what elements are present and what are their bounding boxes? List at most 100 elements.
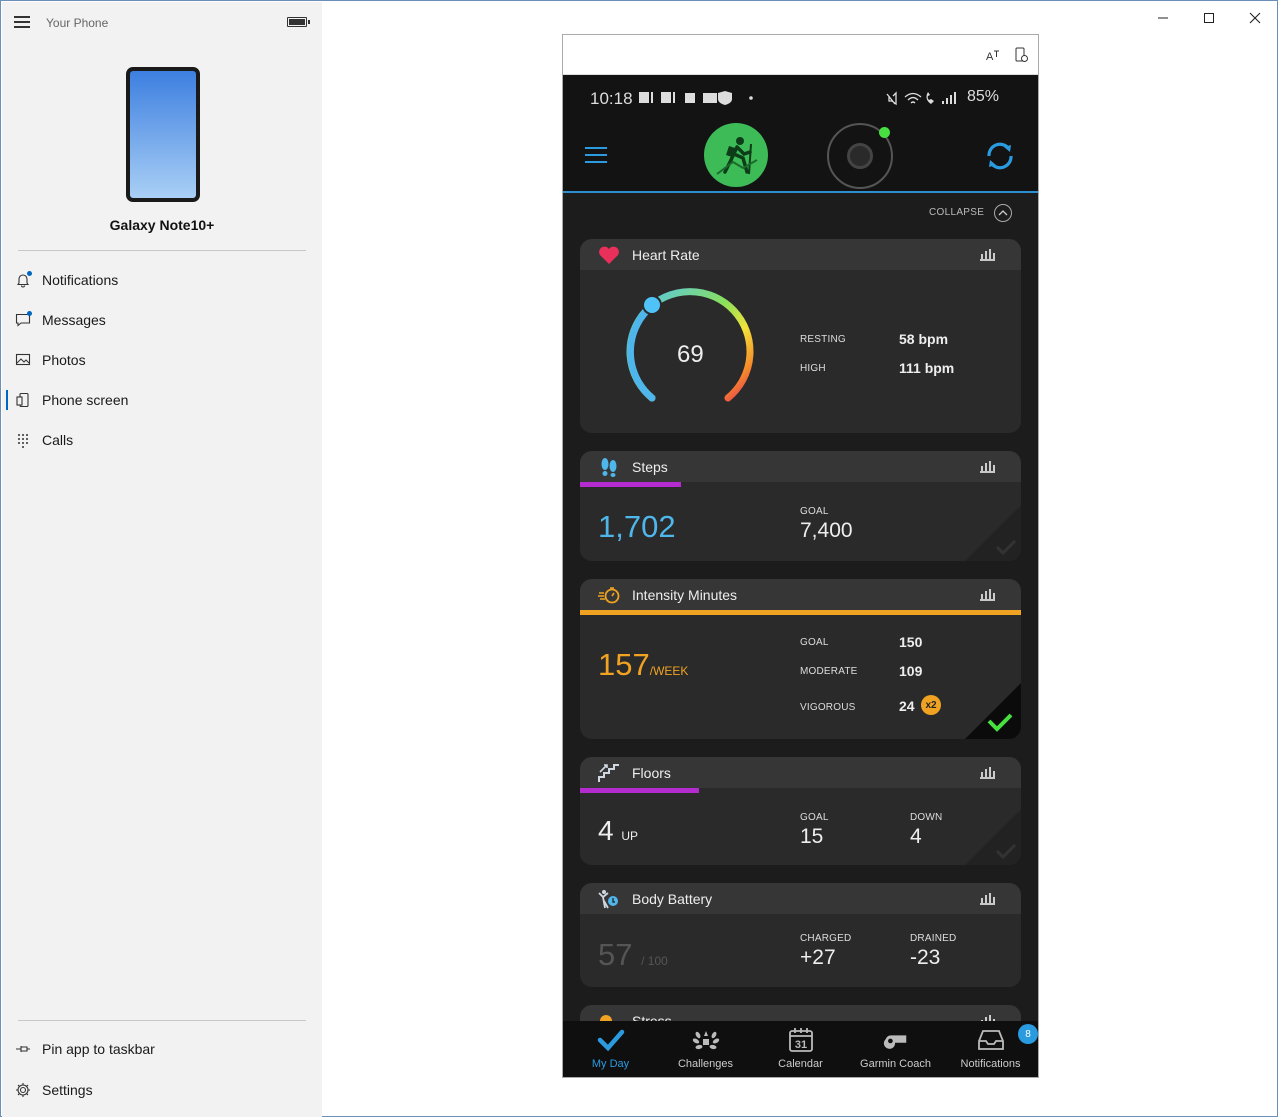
- app-window: Your Phone Galaxy Note10+ Notifications …: [0, 0, 1278, 1117]
- nav-label: Challenges: [677, 1058, 734, 1070]
- calendar-icon: 31: [787, 1027, 815, 1053]
- drained-label: DRAINED: [910, 933, 957, 944]
- settings-button[interactable]: Settings: [2, 1072, 322, 1108]
- phone-settings-icon[interactable]: [1013, 47, 1029, 63]
- goal-label: GOAL: [800, 506, 829, 517]
- close-button[interactable]: [1242, 7, 1268, 29]
- my-day-content[interactable]: COLLAPSE Heart Rate 69 RESTING 58 bpm HI…: [563, 193, 1038, 1021]
- bar-chart-icon[interactable]: [978, 247, 996, 261]
- pin-to-taskbar-button[interactable]: Pin app to taskbar: [2, 1031, 322, 1067]
- sidebar-item-calls[interactable]: Calls: [2, 422, 322, 458]
- card-title: Steps: [632, 459, 668, 475]
- sidebar-item-phone-screen[interactable]: Phone screen: [2, 382, 322, 418]
- checkmark-icon: [597, 1027, 625, 1053]
- hamburger-menu-icon[interactable]: [14, 16, 30, 28]
- nav-label: Notifications: [960, 1058, 1021, 1070]
- bottom-navigation: My Day Challenges 31 Calendar Garmin Coa…: [563, 1021, 1038, 1077]
- sidebar-item-label: Calls: [42, 432, 74, 448]
- nav-my-day[interactable]: My Day: [563, 1021, 658, 1077]
- notification-badge: 8: [1018, 1024, 1038, 1044]
- sidebar-item-messages[interactable]: Messages: [2, 302, 322, 338]
- status-system-icons: [885, 90, 963, 109]
- laurel-icon: [692, 1027, 720, 1053]
- goal-label: GOAL: [800, 812, 829, 823]
- sidebar-item-label: Messages: [42, 312, 106, 328]
- device-name: Galaxy Note10+: [109, 217, 215, 233]
- sidebar: Your Phone Galaxy Note10+ Notifications …: [2, 2, 322, 1117]
- heart-icon: [599, 246, 619, 264]
- battery-icon: [287, 17, 310, 27]
- goal-label: GOAL: [800, 637, 829, 648]
- card-title: Stress: [632, 1013, 672, 1021]
- profile-avatar[interactable]: [704, 123, 768, 187]
- card-header: Stress: [580, 1005, 1021, 1021]
- resting-value: 58 bpm: [899, 331, 949, 347]
- sidebar-item-label: Notifications: [42, 272, 119, 288]
- collapse-label[interactable]: COLLAPSE: [929, 207, 984, 218]
- sidebar-item-photos[interactable]: Photos: [2, 342, 322, 378]
- intensity-progress-bar: [580, 610, 1021, 615]
- heart-rate-card[interactable]: Heart Rate 69 RESTING 58 bpm HIGH 111 bp…: [580, 239, 1021, 433]
- drained-value: -23: [910, 946, 941, 969]
- phone-toolbar: A: [563, 35, 1038, 75]
- app-title: Your Phone: [46, 16, 109, 30]
- nav-challenges[interactable]: Challenges: [658, 1021, 753, 1077]
- card-title: Intensity Minutes: [632, 587, 738, 603]
- sync-icon[interactable]: [983, 139, 1017, 173]
- steps-progress-bar: [580, 482, 681, 487]
- calendar-day: 31: [795, 1039, 807, 1051]
- vigorous-value: 24: [899, 698, 915, 714]
- text-size-icon[interactable]: A: [985, 47, 1001, 63]
- moderate-value: 109: [899, 663, 923, 679]
- sidebar-divider: [18, 250, 306, 251]
- whistle-icon: [882, 1027, 910, 1053]
- body-battery-value: 57 / 100: [598, 937, 668, 973]
- body-battery-unit: / 100: [641, 954, 668, 968]
- bar-chart-icon[interactable]: [978, 587, 996, 601]
- android-status-bar: 10:18 85%: [563, 75, 1038, 119]
- bar-chart-icon[interactable]: [978, 459, 996, 473]
- status-time: 10:18: [590, 89, 633, 108]
- phone-screen-mirror[interactable]: A 10:18 85% COLLAPSE Heart Rate 69 RESTI…: [562, 34, 1039, 1078]
- message-dot: [27, 311, 32, 316]
- intensity-unit: /WEEK: [649, 664, 689, 678]
- card-header: Heart Rate: [580, 239, 1021, 270]
- maximize-button[interactable]: [1196, 7, 1222, 29]
- sidebar-item-notifications[interactable]: Notifications: [2, 262, 322, 298]
- nav-notifications[interactable]: 8 Notifications: [943, 1021, 1038, 1077]
- goal-corner: [965, 809, 1021, 865]
- goal-complete-corner: [965, 683, 1021, 739]
- down-value: 4: [910, 825, 922, 848]
- stress-card[interactable]: Stress: [580, 1005, 1021, 1021]
- intensity-minutes-card[interactable]: Intensity Minutes 157/WEEK GOAL 150 MODE…: [580, 579, 1021, 739]
- bar-chart-icon[interactable]: [978, 1013, 996, 1021]
- floors-card[interactable]: Floors 4 UP GOAL 15 DOWN 4: [580, 757, 1021, 865]
- inbox-icon: [977, 1027, 1005, 1053]
- nav-garmin-coach[interactable]: Garmin Coach: [848, 1021, 943, 1077]
- body-battery-icon: [598, 890, 618, 909]
- chevron-up-icon[interactable]: [994, 204, 1012, 222]
- steps-card[interactable]: Steps 1,702 GOAL 7,400: [580, 451, 1021, 561]
- high-label: HIGH: [800, 363, 826, 374]
- card-header: Steps: [580, 451, 1021, 482]
- body-battery-number: 57: [598, 937, 633, 972]
- pin-icon: [14, 1040, 32, 1058]
- connection-status-dot: [879, 127, 890, 138]
- bar-chart-icon[interactable]: [978, 765, 996, 779]
- phone-screen-icon: [14, 391, 32, 409]
- gear-icon: [14, 1081, 32, 1099]
- floors-progress-bar: [580, 788, 699, 793]
- minimize-button[interactable]: [1150, 7, 1176, 29]
- watch-icon: [847, 143, 873, 169]
- nav-label: Calendar: [778, 1058, 823, 1070]
- nav-label: My Day: [591, 1058, 630, 1070]
- status-notification-icons: [639, 90, 759, 109]
- body-battery-card[interactable]: Body Battery 57 / 100 CHARGED +27 DRAINE…: [580, 883, 1021, 987]
- app-menu-icon[interactable]: [585, 147, 607, 163]
- nav-calendar[interactable]: 31 Calendar: [753, 1021, 848, 1077]
- stopwatch-icon: [598, 587, 620, 604]
- high-value: 111 bpm: [899, 360, 955, 376]
- card-title: Heart Rate: [632, 247, 700, 263]
- sidebar-item-label: Pin app to taskbar: [42, 1041, 155, 1057]
- bar-chart-icon[interactable]: [978, 891, 996, 905]
